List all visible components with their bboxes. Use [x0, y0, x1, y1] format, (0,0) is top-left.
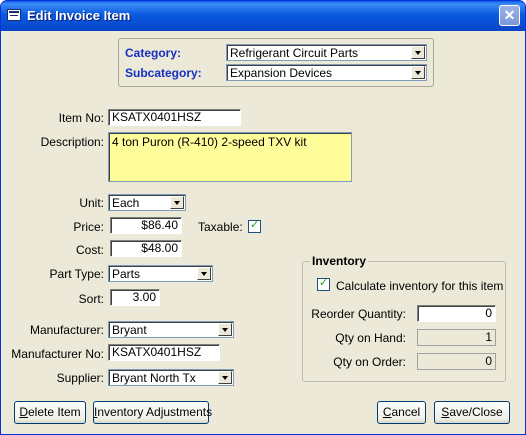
inventory-adjustments-label: nventory Adjustments: [97, 405, 213, 419]
qty-on-hand-label: Qty on Hand:: [335, 331, 406, 345]
chevron-down-icon[interactable]: [218, 323, 232, 336]
taxable-label: Taxable:: [198, 220, 243, 234]
reorder-quantity-label: Reorder Quantity:: [311, 307, 406, 321]
category-label: Category:: [125, 46, 182, 60]
qty-on-order-label: Qty on Order:: [333, 355, 406, 369]
taxable-checkbox[interactable]: [248, 218, 261, 233]
cancel-button[interactable]: Cancel: [377, 401, 426, 424]
cancel-label: ancel: [391, 405, 421, 419]
item-no-label: Item No:: [58, 111, 104, 125]
part-type-select[interactable]: Parts: [108, 265, 213, 282]
manufacturer-no-label: Manufacturer No:: [11, 347, 104, 361]
manufacturer-label: Manufacturer:: [29, 323, 104, 337]
supplier-select[interactable]: Bryant North Tx: [108, 369, 234, 386]
chevron-down-icon[interactable]: [411, 66, 425, 79]
cost-input[interactable]: $48.00: [110, 240, 182, 257]
price-input[interactable]: $86.40: [110, 217, 182, 234]
form-body: Category: Refrigerant Circuit Parts Subc…: [4, 31, 522, 433]
part-type-value: Parts: [112, 267, 141, 281]
manufacturer-select[interactable]: Bryant: [108, 321, 234, 338]
unit-label: Unit:: [79, 196, 104, 210]
save-close-button[interactable]: Save/Close: [434, 401, 510, 424]
inventory-adjustments-button[interactable]: Inventory Adjustments: [93, 401, 213, 424]
form-icon: [7, 9, 21, 21]
description-input[interactable]: 4 ton Puron (R-410) 2-speed TXV kit: [108, 132, 352, 182]
sort-input[interactable]: 3.00: [110, 289, 160, 306]
subcategory-value: Expansion Devices: [230, 66, 333, 80]
subcategory-select[interactable]: Expansion Devices: [226, 64, 427, 81]
supplier-value: Bryant North Tx: [112, 371, 196, 385]
subcategory-label: Subcategory:: [125, 66, 202, 80]
category-select[interactable]: Refrigerant Circuit Parts: [226, 44, 427, 61]
category-value: Refrigerant Circuit Parts: [230, 46, 359, 60]
delete-item-button[interactable]: Delete Item: [14, 401, 86, 424]
manufacturer-no-input[interactable]: KSATX0401HSZ: [108, 344, 220, 361]
chevron-down-icon[interactable]: [411, 46, 425, 59]
description-label: Description:: [40, 135, 104, 149]
manufacturer-value: Bryant: [112, 323, 147, 337]
unit-value: Each: [112, 196, 140, 210]
qty-on-order-value: 0: [417, 353, 496, 370]
chevron-down-icon[interactable]: [170, 196, 184, 209]
edit-invoice-item-window: Edit Invoice Item ✕ Category: Refrigeran…: [0, 0, 526, 435]
sort-label: Sort:: [78, 292, 104, 306]
delete-label: elete Item: [27, 405, 81, 419]
chevron-down-icon[interactable]: [218, 371, 232, 384]
part-type-label: Part Type:: [49, 267, 104, 281]
title-bar[interactable]: Edit Invoice Item ✕: [1, 1, 525, 31]
item-no-input[interactable]: KSATX0401HSZ: [108, 109, 241, 126]
calculate-inventory-label: Calculate inventory for this item: [336, 279, 504, 293]
unit-select[interactable]: Each: [108, 194, 186, 211]
supplier-label: Supplier:: [56, 371, 104, 385]
reorder-quantity-input[interactable]: 0: [417, 305, 496, 322]
delete-accesskey: D: [19, 405, 28, 419]
chevron-down-icon[interactable]: [197, 267, 211, 280]
cost-label: Cost:: [75, 243, 104, 257]
save-close-label: ave/Close: [449, 405, 503, 419]
calculate-inventory-checkbox[interactable]: [317, 276, 330, 291]
price-label: Price:: [73, 220, 104, 234]
inventory-title: Inventory: [310, 254, 369, 268]
window-title: Edit Invoice Item: [27, 8, 131, 23]
qty-on-hand-value: 1: [417, 329, 496, 346]
close-button[interactable]: ✕: [499, 5, 520, 26]
